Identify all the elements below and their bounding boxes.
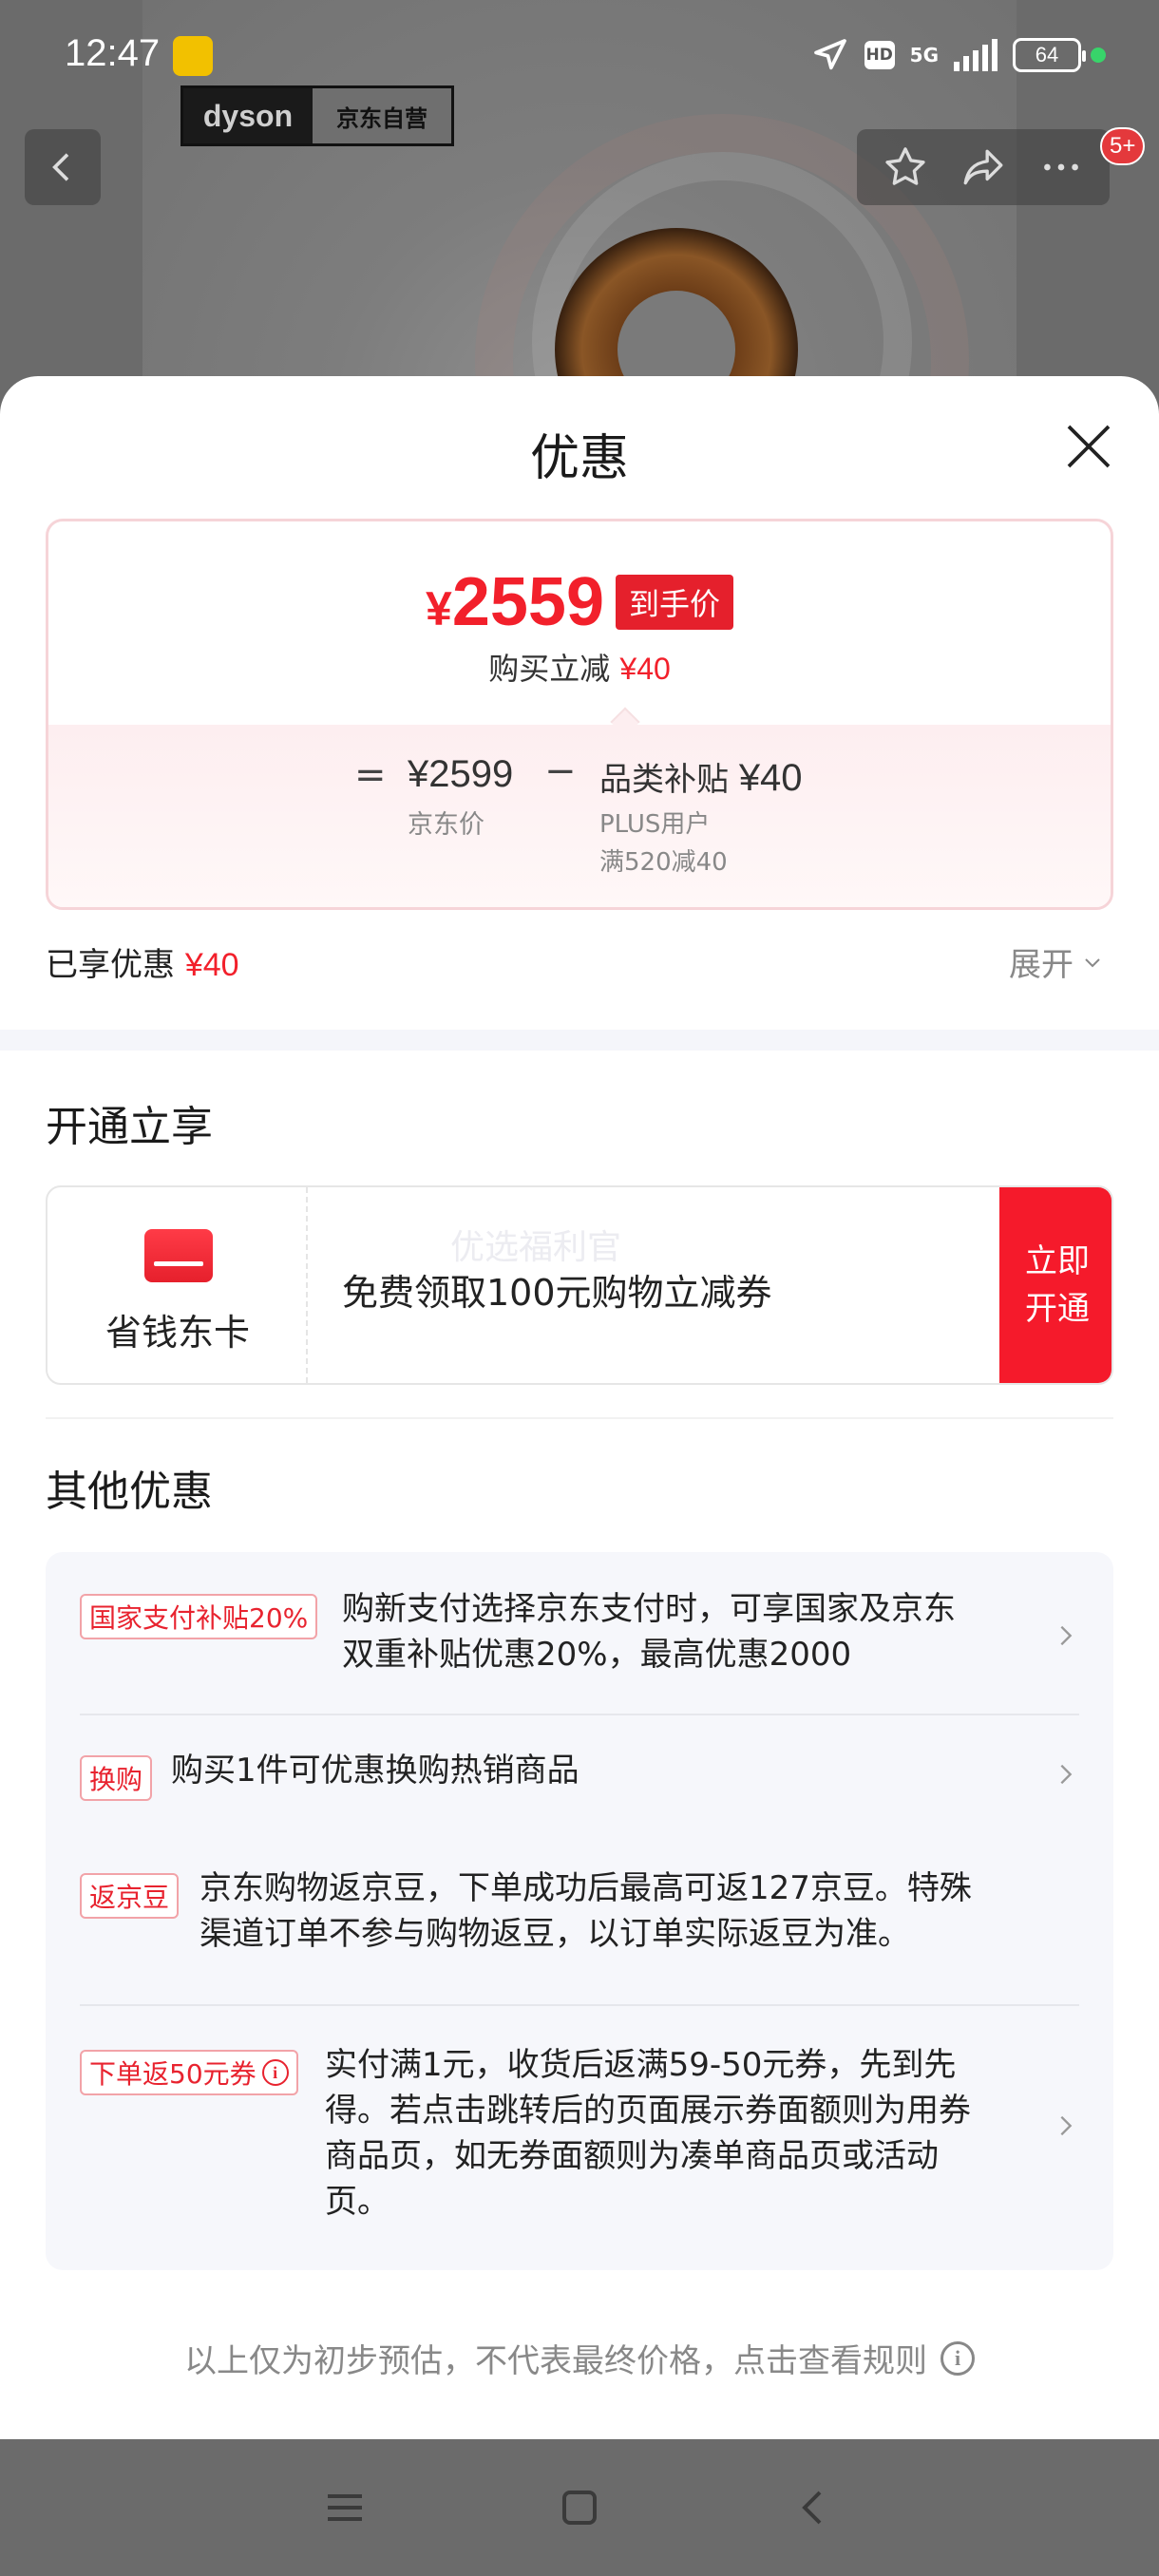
subsidy-value: ¥40 (738, 757, 803, 799)
offer-text: 得。若点击跳转后的页面展示券面额则为用券 (325, 2092, 971, 2130)
base-price: ¥2599 (408, 753, 514, 795)
membership-card-name: 省钱东卡 (104, 1312, 250, 1354)
disclaimer-text: 以上仅为初步预估，不代表最终价格，点击查看规则 (184, 2342, 927, 2380)
equals-sign: = (354, 753, 387, 797)
price-breakdown-card: ¥2559 到手价 购买立减 ¥40 = ¥2599 京东价 − 品类补贴 ¥4… (46, 519, 1113, 910)
menu-icon[interactable] (322, 2485, 368, 2530)
offer-text: 购买1件可优惠换购热销商品 (171, 1752, 580, 1790)
back-icon[interactable] (791, 2485, 837, 2530)
header-actions (857, 129, 1110, 205)
membership-card[interactable]: 省钱东卡 优选福利官 免费领取100元购物立减券 立即开通 (46, 1185, 1113, 1385)
close-icon[interactable] (1062, 420, 1115, 473)
offer-text: 商品页，如无券面额则为凑单商品页或活动 (325, 2137, 939, 2175)
card-icon (144, 1229, 213, 1282)
sheet-title: 优惠 (529, 430, 629, 487)
battery-icon: 64 (1013, 38, 1086, 72)
offer-tag: 返京豆 (80, 1873, 180, 1919)
brand-banner: dyson 京东自营 (180, 85, 454, 146)
instant-discount: 购买立减 ¥40 (488, 651, 671, 687)
system-nav-bar (0, 2439, 1159, 2576)
brand-logo: dyson (183, 88, 313, 143)
subsidy-rule: 满520减40 (599, 848, 728, 877)
status-time: 12:47 (65, 32, 161, 74)
subsidy-label: 品类补贴 (599, 761, 729, 799)
enjoyed-discount: 已享优惠 ¥40 (46, 946, 239, 984)
home-icon[interactable] (557, 2485, 602, 2530)
hd-badge: HD (864, 41, 895, 69)
membership-watermark: 优选福利官 (450, 1228, 622, 1267)
more-icon[interactable] (1037, 143, 1085, 191)
back-button[interactable] (25, 129, 101, 205)
offer-item-jd-beans: 返京豆 京东购物返京豆，下单成功后最高可返127京豆。特殊 渠道订单不参与购物返… (80, 1869, 1079, 1964)
offer-text: 页。 (325, 2183, 390, 2221)
rules-link[interactable]: 以上仅为初步预估，不代表最终价格，点击查看规则 i (0, 2335, 1159, 2381)
open-membership-button[interactable]: 立即开通 (999, 1187, 1112, 1383)
info-icon[interactable]: i (261, 2059, 289, 2086)
store-label: 京东自营 (336, 104, 428, 132)
battery-level: 64 (1035, 43, 1059, 66)
share-icon[interactable] (960, 143, 1007, 191)
location-icon (813, 39, 846, 70)
offer-item-national-subsidy[interactable]: 国家支付补贴20% 购新支付选择京东支付时，可享国家及京东 双重补贴优惠20%，… (80, 1590, 1079, 1685)
offer-text: 京东购物返京豆，下单成功后最高可返127京豆。特殊 (200, 1869, 972, 1907)
offer-tag: 国家支付补贴20% (80, 1594, 318, 1639)
final-price-tag: 到手价 (615, 575, 733, 630)
other-offers-list: 国家支付补贴20% 购新支付选择京东支付时，可享国家及京东 双重补贴优惠20%，… (46, 1552, 1113, 2270)
info-icon: i (940, 2340, 975, 2376)
minus-sign: − (544, 749, 577, 793)
offer-item-exchange[interactable]: 换购 购买1件可优惠换购热销商品 (80, 1752, 1079, 1805)
privacy-indicator (1091, 47, 1106, 63)
final-price: ¥2559 (426, 564, 604, 640)
offer-item-coupon-return[interactable]: 下单返50元券 i 实付满1元，收货后返满59-50元券，先到先 得。若点击跳转… (80, 2046, 1079, 2236)
base-price-label: 京东价 (408, 810, 484, 840)
offer-tag: 换购 (80, 1755, 153, 1801)
network-label: 5G (909, 44, 939, 66)
chevron-left-icon (52, 153, 69, 181)
subsidy-user: PLUS用户 (599, 810, 711, 839)
offer-text: 实付满1元，收货后返满59-50元券，先到先 (325, 2046, 957, 2084)
membership-section-title: 开通立享 (46, 1103, 213, 1151)
app-notification-icon (173, 36, 213, 76)
status-bar: 12:47 HD 5G 64 (0, 0, 1159, 112)
offer-text: 双重补贴优惠20%，最高优惠2000 (342, 1636, 852, 1674)
other-offers-title: 其他优惠 (46, 1468, 213, 1516)
offer-text: 渠道订单不参与购物返豆，以订单实际返豆为准。 (200, 1915, 910, 1953)
chevron-right-icon (1060, 2115, 1073, 2136)
membership-description: 免费领取100元购物立减券 (342, 1272, 772, 1314)
chevron-down-icon (1085, 957, 1100, 967)
expand-button[interactable]: 展开 (1009, 938, 1104, 985)
chevron-right-icon (1060, 1764, 1073, 1785)
signal-icon (954, 39, 998, 71)
price-formula: = ¥2599 京东价 − 品类补贴 ¥40 PLUS用户 满520减40 (48, 725, 1111, 907)
discount-sheet: 优惠 ¥2559 到手价 购买立减 ¥40 = ¥2599 京东价 − 品类补贴 (0, 376, 1159, 2439)
section-divider (0, 1030, 1159, 1051)
message-count-badge: 5+ (1100, 127, 1146, 165)
offer-text: 购新支付选择京东支付时，可享国家及京东 (342, 1590, 956, 1628)
star-icon[interactable] (882, 143, 929, 191)
chevron-right-icon (1060, 1625, 1073, 1646)
offer-tag: 下单返50元券 i (80, 2050, 298, 2095)
